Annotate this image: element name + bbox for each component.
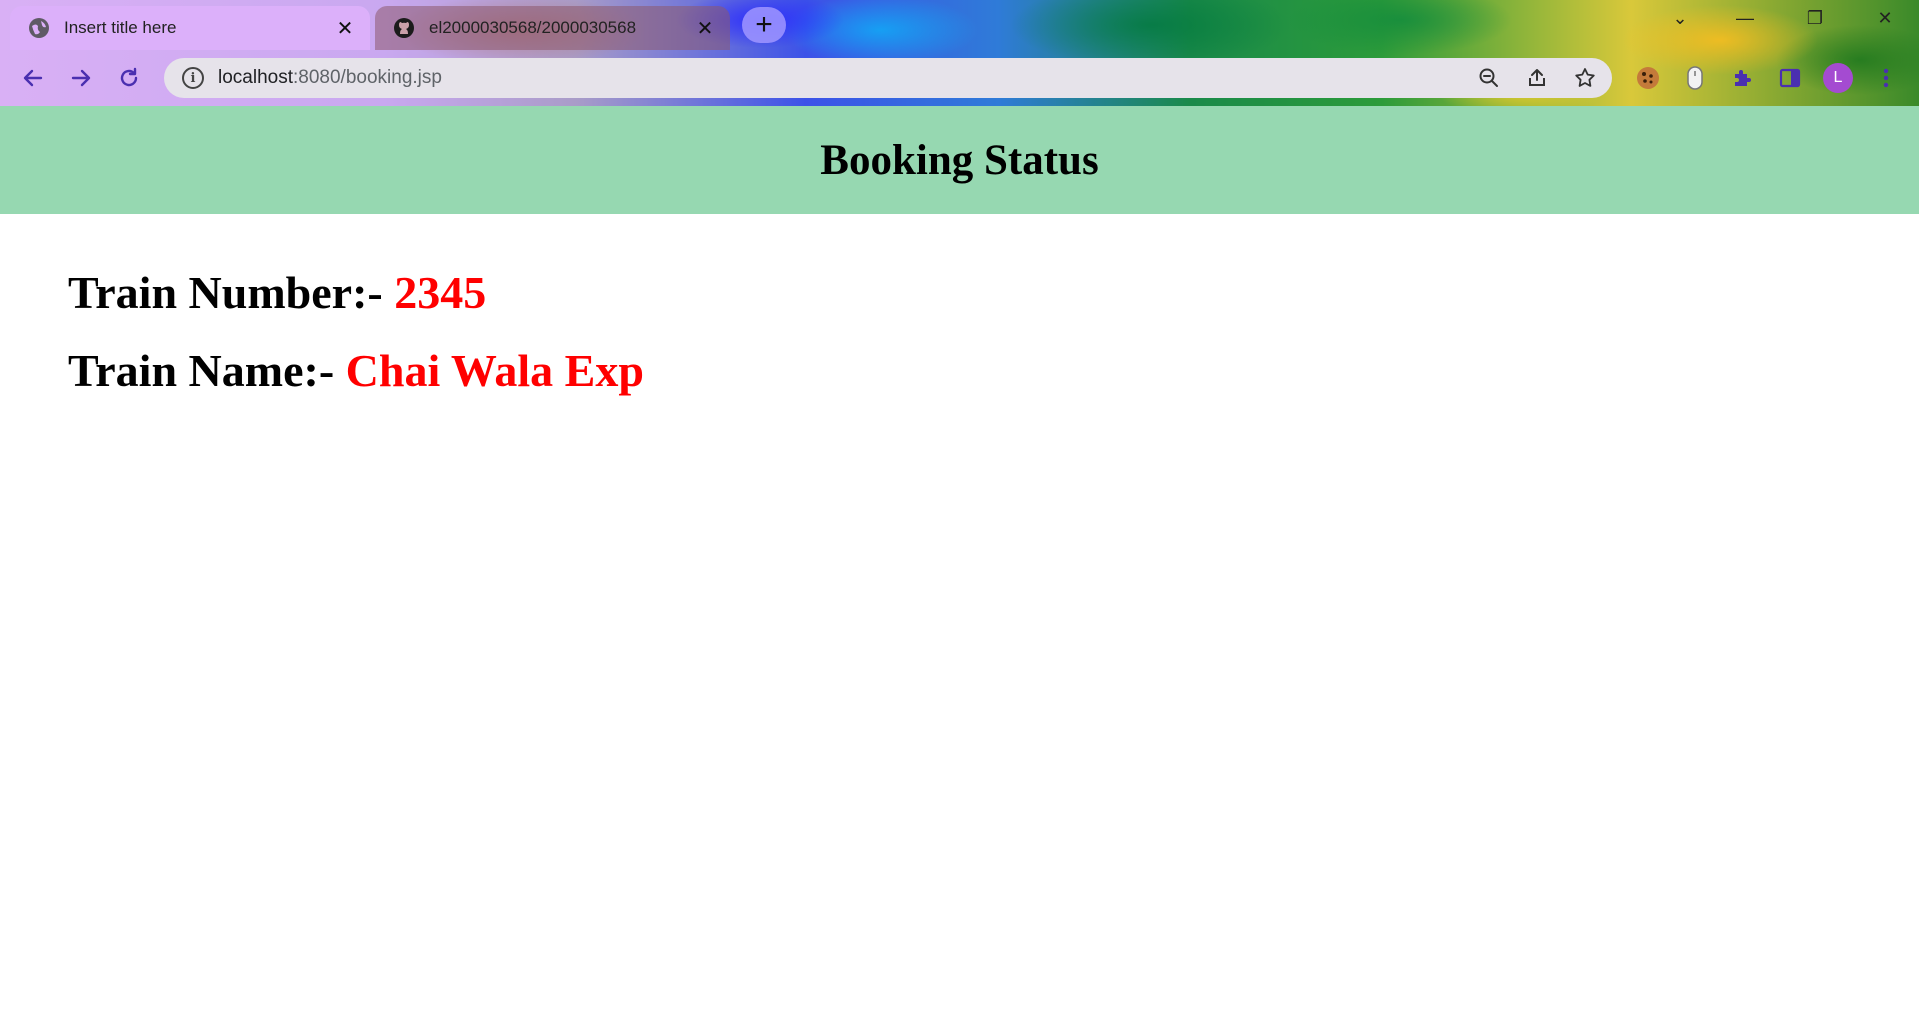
close-icon[interactable]: ✕ (694, 16, 716, 41)
menu-kebab-icon[interactable] (1868, 60, 1904, 96)
minimize-icon[interactable]: — (1725, 8, 1765, 29)
site-info-icon[interactable]: i (182, 67, 204, 89)
zoom-out-icon[interactable] (1472, 61, 1506, 95)
profile-avatar[interactable]: L (1820, 60, 1856, 96)
page-title: Booking Status (820, 136, 1099, 184)
train-number-label: Train Number:- (68, 267, 383, 318)
window-close-icon[interactable]: ✕ (1865, 8, 1905, 29)
chevron-down-icon[interactable]: ⌄ (1660, 8, 1700, 29)
tab-title: el2000030568/2000030568 (429, 18, 637, 37)
forward-arrow-icon[interactable] (63, 60, 99, 96)
address-bar-actions (1472, 58, 1602, 98)
tab-github[interactable]: el2000030568/2000030568 ✕ (375, 6, 730, 50)
browser-toolbar: i localhost:8080/booking.jsp L (0, 50, 1919, 106)
bookmark-star-icon[interactable] (1568, 61, 1602, 95)
tab-insert-title[interactable]: Insert title here ✕ (10, 6, 370, 50)
url-path: :8080/booking.jsp (293, 67, 442, 88)
train-name-value: Chai Wala Exp (345, 345, 644, 396)
close-icon[interactable]: ✕ (334, 16, 356, 41)
side-panel-icon[interactable] (1772, 60, 1808, 96)
tab-title: Insert title here (64, 18, 177, 37)
avatar-initial: L (1823, 63, 1853, 93)
reload-icon[interactable] (111, 60, 147, 96)
mouse-extension-icon[interactable] (1677, 60, 1713, 96)
train-number-row: Train Number:- 2345 (68, 266, 486, 319)
browser-chrome: Insert title here ✕ el2000030568/2000030… (0, 0, 1919, 106)
url-host: localhost (218, 67, 293, 88)
address-bar[interactable]: i localhost:8080/booking.jsp (164, 58, 1612, 98)
train-name-label: Train Name:- (68, 345, 335, 396)
back-arrow-icon[interactable] (15, 60, 51, 96)
tab-strip: Insert title here ✕ el2000030568/2000030… (0, 0, 1919, 50)
globe-icon (28, 17, 50, 39)
extensions-puzzle-icon[interactable] (1725, 60, 1761, 96)
github-icon (393, 17, 415, 39)
url-text: localhost:8080/booking.jsp (218, 67, 442, 89)
restore-icon[interactable]: ❐ (1795, 8, 1835, 29)
page-header: Booking Status (0, 106, 1919, 214)
train-name-row: Train Name:- Chai Wala Exp (68, 344, 644, 397)
share-icon[interactable] (1520, 61, 1554, 95)
train-number-value: 2345 (394, 267, 487, 318)
new-tab-button[interactable]: + (742, 7, 786, 43)
cookie-extension-icon[interactable] (1630, 60, 1666, 96)
